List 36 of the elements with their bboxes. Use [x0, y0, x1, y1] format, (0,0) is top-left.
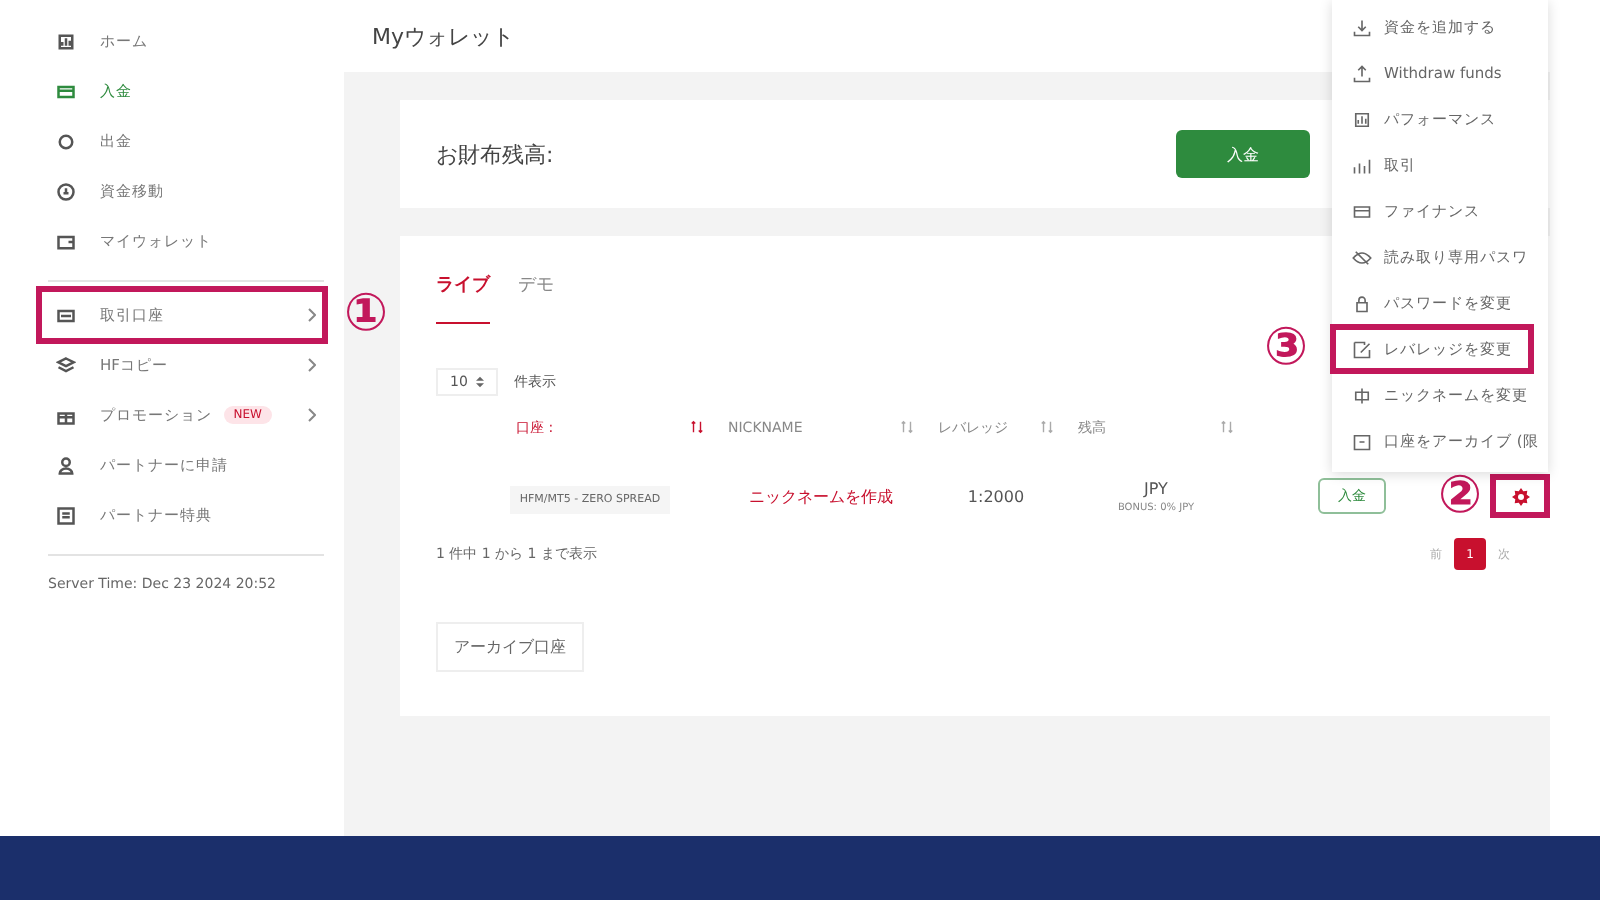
hidden-eye-icon: [1352, 247, 1372, 267]
currency-cell: JPY: [1144, 479, 1168, 498]
sort-icon: [690, 420, 704, 435]
create-nickname-link[interactable]: ニックネームを作成: [749, 487, 893, 506]
settings-icon: [1511, 487, 1529, 506]
download-icon: [1352, 17, 1372, 37]
sort-icon: [1040, 420, 1054, 435]
deposit-button[interactable]: 入金: [1176, 130, 1310, 178]
clock-icon: [56, 181, 76, 201]
tab[interactable]: ライブ: [436, 256, 490, 324]
sort-icon: [1220, 420, 1234, 435]
account-icon: [56, 305, 76, 325]
person-icon: [56, 455, 76, 475]
card-icon: [56, 81, 76, 101]
archived-accounts-button[interactable]: アーカイブ口座: [436, 622, 584, 672]
edit-icon: [1352, 339, 1372, 359]
settings-button[interactable]: [1490, 474, 1550, 519]
annotation-number: ③: [1264, 322, 1309, 374]
page-title: Myウォレット: [372, 21, 515, 51]
upload-icon: [1352, 63, 1372, 83]
chart-icon: [56, 31, 76, 51]
sort-icon: [900, 420, 914, 435]
layers-icon: [56, 355, 76, 375]
card-icon: [1352, 201, 1372, 221]
chart-icon: [1352, 109, 1372, 129]
wallet-icon: [56, 231, 76, 251]
leverage-cell: 1:2000: [967, 487, 1025, 506]
bar-chart-icon: [1352, 155, 1372, 175]
annotation-number: ②: [1437, 470, 1482, 523]
lock-icon: [1352, 293, 1372, 313]
annotation-number: ①: [344, 288, 389, 340]
archive-icon: [1352, 431, 1372, 451]
list-icon: [56, 505, 76, 525]
up-down-arrows-icon: [475, 376, 484, 388]
balance-label: お財布残高:: [436, 139, 554, 169]
tab[interactable]: デモ: [518, 256, 554, 324]
